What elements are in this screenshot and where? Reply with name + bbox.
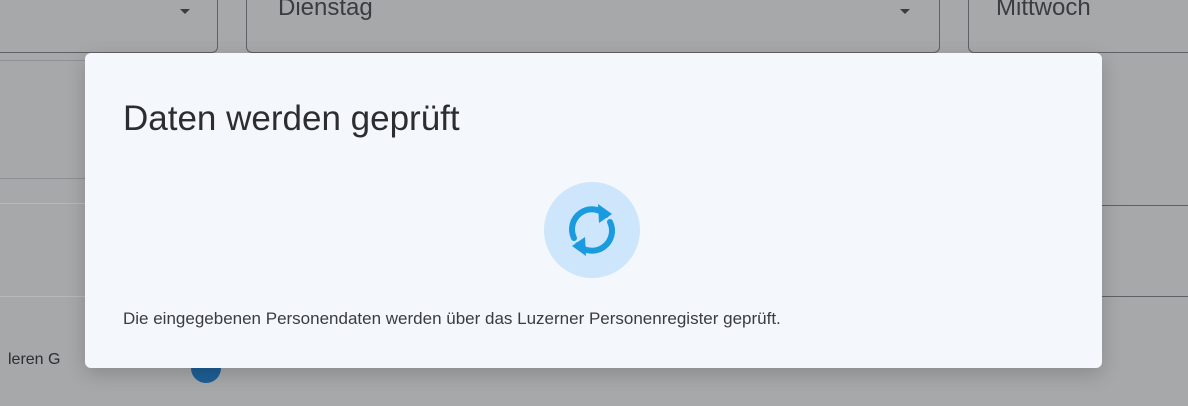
partial-field-label: leren G (8, 351, 61, 368)
sync-icon-glyph (569, 204, 615, 256)
chevron-down-icon (900, 9, 910, 14)
chevron-down-icon (180, 9, 190, 14)
field-divider (0, 296, 85, 297)
day-select-wednesday-value: Mittwoch (996, 0, 1091, 21)
dialog-message: Die eingegebenen Personendaten werden üb… (123, 309, 781, 328)
page: Dienstag Mittwoch leren G Daten werden g… (0, 0, 1188, 406)
day-select-monday[interactable] (0, 0, 218, 53)
verification-dialog: Daten werden geprüft Die eingegebenen Pe… (85, 53, 1102, 368)
field-divider (0, 178, 85, 179)
day-select-tuesday-value: Dienstag (278, 0, 373, 21)
dialog-title: Daten werden geprüft (123, 99, 460, 138)
field-divider (0, 60, 85, 61)
field-divider (0, 203, 85, 204)
field-divider (1102, 296, 1188, 297)
field-divider (1102, 205, 1188, 206)
sync-icon (544, 182, 640, 278)
